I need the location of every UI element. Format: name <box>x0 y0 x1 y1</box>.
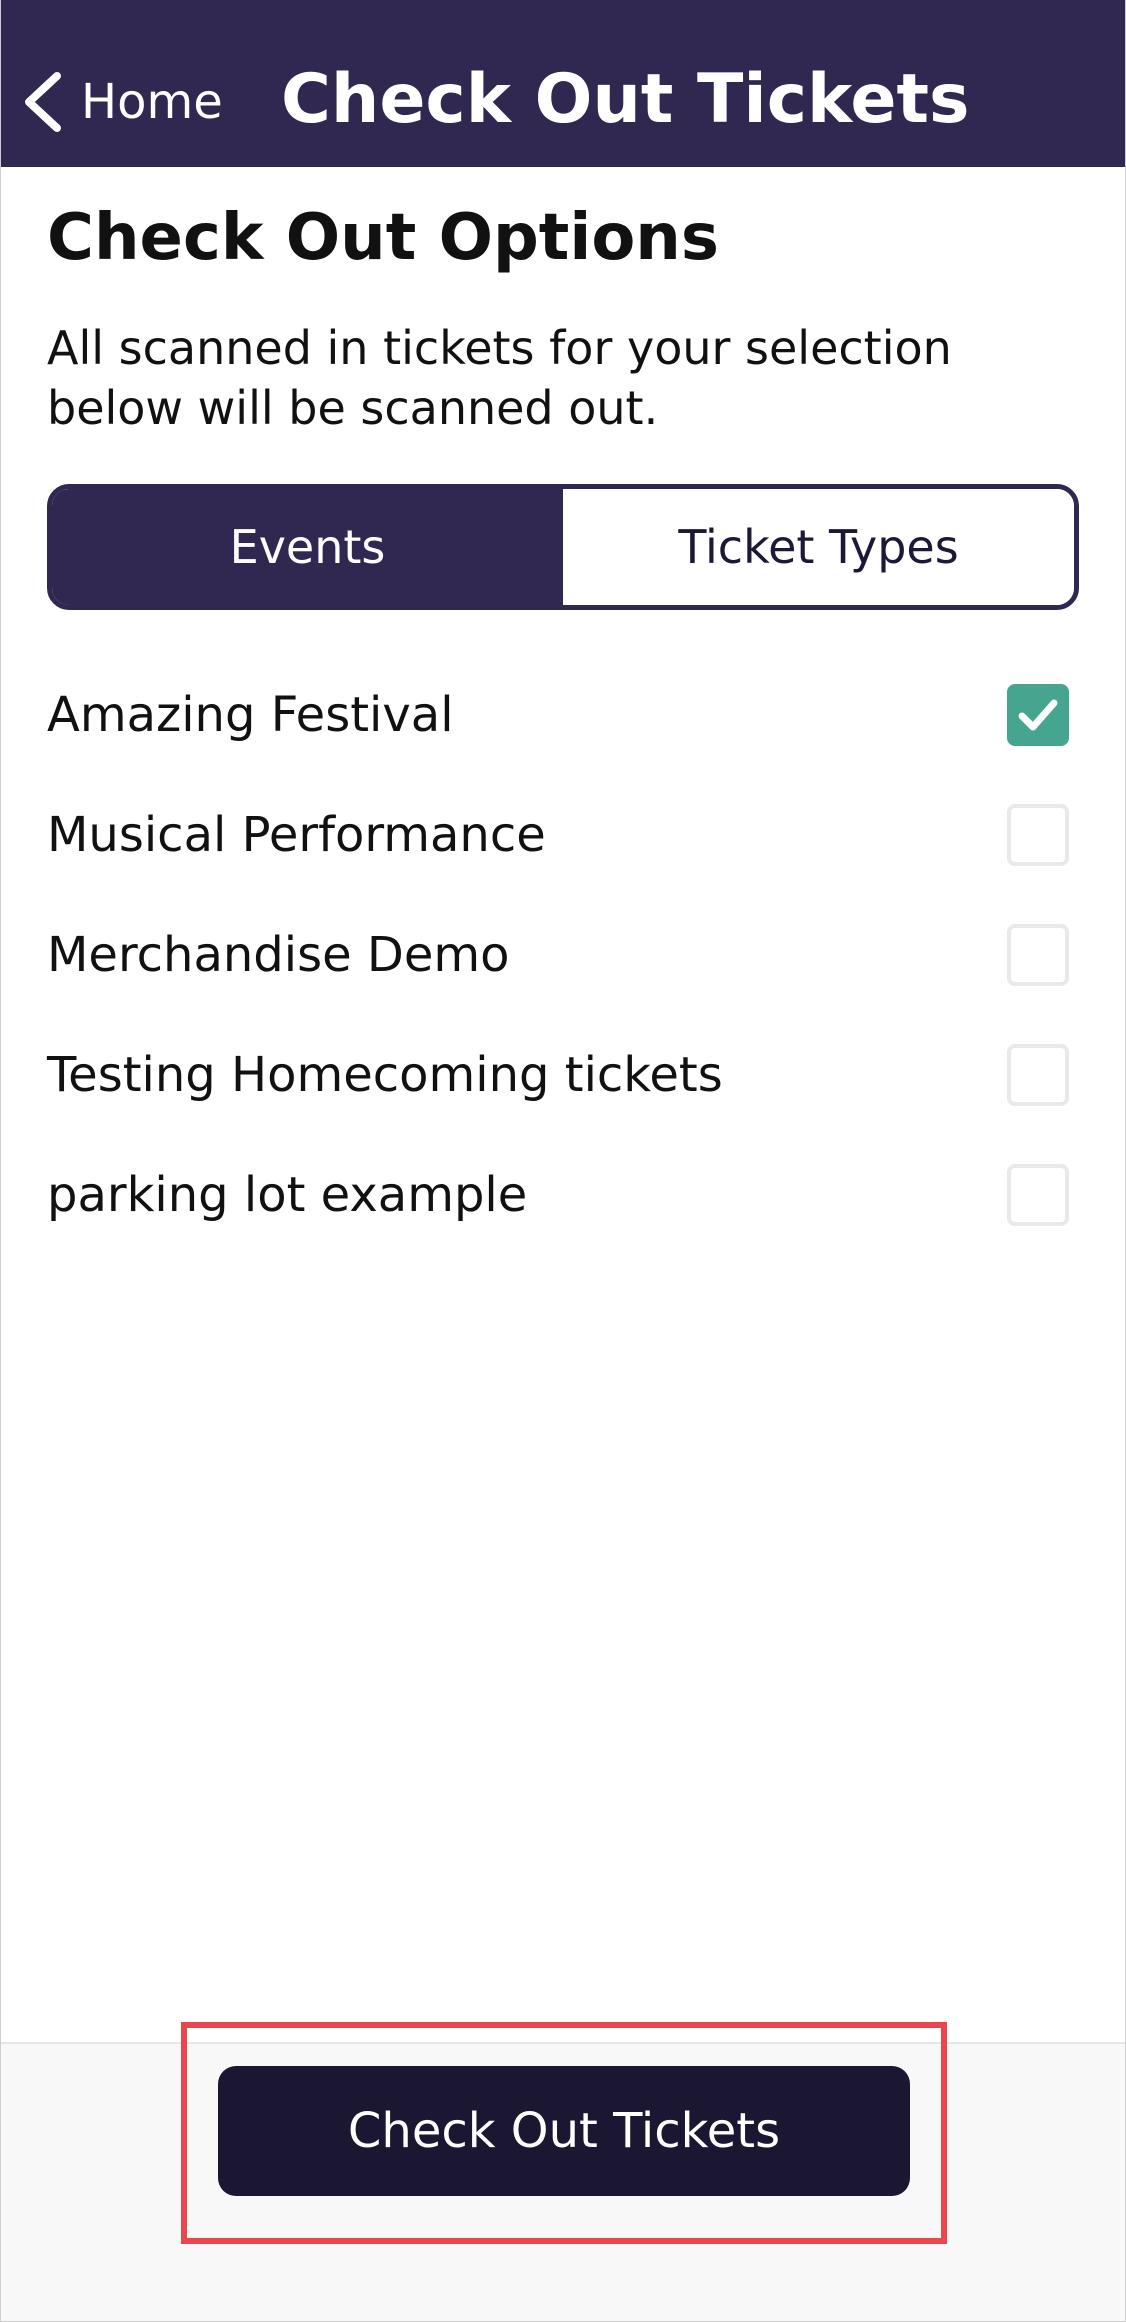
event-checkbox[interactable] <box>1007 804 1069 866</box>
event-row-testing-homecoming-tickets[interactable]: Testing Homecoming tickets <box>1 1015 1125 1135</box>
event-label: Merchandise Demo <box>47 927 510 983</box>
check-out-tickets-button[interactable]: Check Out Tickets <box>218 2066 910 2196</box>
event-row-musical-performance[interactable]: Musical Performance <box>1 775 1125 895</box>
segmented-control: Events Ticket Types <box>47 484 1079 610</box>
segment-events[interactable]: Events <box>52 489 563 605</box>
segment-ticket-types[interactable]: Ticket Types <box>563 489 1074 605</box>
event-checkbox[interactable] <box>1007 1164 1069 1226</box>
chevron-left-icon <box>25 72 61 132</box>
back-home-button[interactable]: Home <box>21 62 223 142</box>
check-out-tickets-screen: Home Check Out Tickets Check Out Options… <box>0 0 1126 2322</box>
navigation-header: Home Check Out Tickets <box>1 0 1125 167</box>
event-checkbox[interactable] <box>1007 1044 1069 1106</box>
event-list: Amazing Festival Musical Performance Mer… <box>1 655 1125 1255</box>
header-title: Check Out Tickets <box>281 60 970 139</box>
event-label: Amazing Festival <box>47 687 454 743</box>
page-description: All scanned in tickets for your selectio… <box>47 321 952 435</box>
event-label: Testing Homecoming tickets <box>47 1047 723 1103</box>
back-label: Home <box>81 74 223 130</box>
event-row-merchandise-demo[interactable]: Merchandise Demo <box>1 895 1125 1015</box>
checkmark-icon <box>1018 699 1058 731</box>
event-row-amazing-festival[interactable]: Amazing Festival <box>1 655 1125 775</box>
page-title: Check Out Options <box>47 201 719 275</box>
event-label: parking lot example <box>47 1167 528 1223</box>
event-checkbox[interactable] <box>1007 684 1069 746</box>
event-checkbox[interactable] <box>1007 924 1069 986</box>
event-label: Musical Performance <box>47 807 546 863</box>
event-row-parking-lot-example[interactable]: parking lot example <box>1 1135 1125 1255</box>
